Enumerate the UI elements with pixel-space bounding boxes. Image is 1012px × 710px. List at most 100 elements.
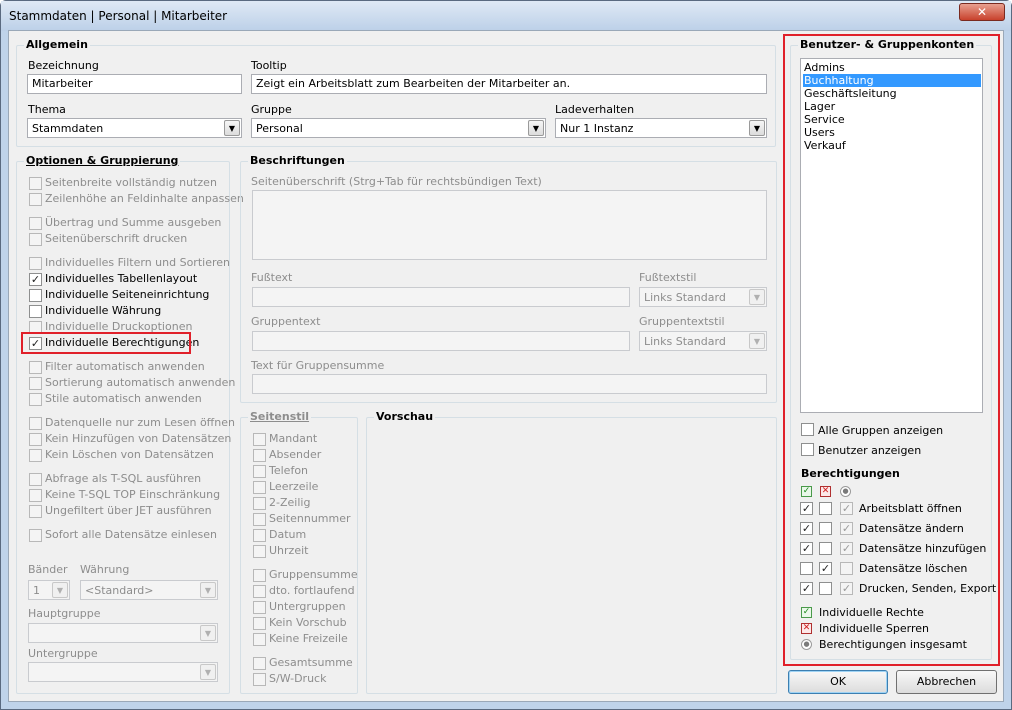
option-checkbox[interactable] <box>29 305 42 318</box>
chevron-down-icon[interactable]: ▼ <box>52 582 68 598</box>
alle-gruppen-checkbox[interactable] <box>801 423 814 436</box>
seitenstil-checkbox[interactable] <box>253 513 266 526</box>
perm-deny-checkbox[interactable] <box>819 542 832 555</box>
option-checkbox[interactable] <box>29 529 42 542</box>
chevron-down-icon[interactable]: ▼ <box>749 120 765 136</box>
option-checkbox[interactable] <box>29 505 42 518</box>
seitenstil-checkbox[interactable] <box>253 465 266 478</box>
option-checkbox[interactable] <box>29 433 42 446</box>
fusstextstil-select[interactable]: Links Standard ▼ <box>639 287 767 307</box>
benutzer-anzeigen-checkbox[interactable] <box>801 443 814 456</box>
legend-total-label: Berechtigungen insgesamt <box>819 638 967 651</box>
perm-allow-checkbox[interactable]: ✓ <box>800 542 813 555</box>
option-checkbox[interactable] <box>29 449 42 462</box>
perm-label: Drucken, Senden, Export <box>859 582 997 595</box>
chevron-down-icon[interactable]: ▼ <box>200 582 216 598</box>
thema-label: Thema <box>28 103 66 116</box>
perm-label: Datensätze ändern <box>859 522 964 535</box>
fusstextstil-label: Fußtextstil <box>639 271 697 284</box>
untergruppe-select[interactable]: ▼ <box>28 662 218 682</box>
legend-allow-icon: ✓ <box>801 607 812 618</box>
waehrung-select[interactable]: <Standard> ▼ <box>80 580 218 600</box>
fusstext-field[interactable] <box>252 287 630 307</box>
chevron-down-icon[interactable]: ▼ <box>749 333 765 349</box>
seitenstil-label: Absender <box>269 448 322 461</box>
seitenstil-checkbox[interactable] <box>253 449 266 462</box>
perm-deny-checkbox[interactable] <box>819 502 832 515</box>
konten-listbox[interactable]: Admins Buchhaltung Geschäftsleitung Lager Se… <box>800 58 983 413</box>
baender-select[interactable]: 1 ▼ <box>28 580 70 600</box>
option-checkbox[interactable] <box>29 233 42 246</box>
bezeichnung-field[interactable]: Mitarbeiter <box>27 74 242 94</box>
alle-gruppen-label: Alle Gruppen anzeigen <box>818 424 944 437</box>
option-checkbox[interactable] <box>29 473 42 486</box>
perm-total-checkbox <box>840 562 853 575</box>
seitenstil-label: Gesamtsumme <box>269 656 353 669</box>
seitenstil-checkbox[interactable] <box>253 673 266 686</box>
hauptgruppe-select[interactable]: ▼ <box>28 623 218 643</box>
gruppensumme-text-field[interactable] <box>252 374 767 394</box>
option-checkbox[interactable] <box>29 177 42 190</box>
perm-allow-checkbox[interactable] <box>800 562 813 575</box>
seitenstil-checkbox[interactable] <box>253 657 266 670</box>
seitenueberschrift-field[interactable] <box>252 190 767 260</box>
seitenstil-checkbox[interactable] <box>253 529 266 542</box>
seitenstil-label: Mandant <box>269 432 318 445</box>
perm-allow-checkbox[interactable]: ✓ <box>800 522 813 535</box>
tooltip-field[interactable]: Zeigt ein Arbeitsblatt zum Bearbeiten de… <box>251 74 767 94</box>
option-checkbox[interactable] <box>29 393 42 406</box>
perm-deny-checkbox[interactable]: ✓ <box>819 562 832 575</box>
seitenstil-checkbox[interactable] <box>253 601 266 614</box>
option-checkbox[interactable]: ✓ <box>29 273 42 286</box>
option-checkbox[interactable] <box>29 257 42 270</box>
chevron-down-icon[interactable]: ▼ <box>224 120 240 136</box>
gruppentext-field[interactable] <box>252 331 630 351</box>
option-checkbox[interactable] <box>29 193 42 206</box>
perm-total-checkbox: ✓ <box>840 542 853 555</box>
group-vorschau: Vorschau <box>366 410 777 694</box>
seitenstil-checkbox[interactable] <box>253 617 266 630</box>
perm-deny-checkbox[interactable] <box>819 582 832 595</box>
seitenstil-checkbox[interactable] <box>253 545 266 558</box>
seitenstil-checkbox[interactable] <box>253 433 266 446</box>
chevron-down-icon[interactable]: ▼ <box>528 120 544 136</box>
konten-list-item[interactable]: Admins <box>803 61 981 74</box>
group-title-optionen: Optionen & Gruppierung <box>24 154 181 167</box>
chevron-down-icon[interactable]: ▼ <box>200 625 216 641</box>
konten-list-item[interactable]: Users <box>803 126 981 139</box>
perm-allow-checkbox[interactable]: ✓ <box>800 502 813 515</box>
option-checkbox[interactable] <box>29 217 42 230</box>
chevron-down-icon[interactable]: ▼ <box>200 664 216 680</box>
seitenstil-label: Gruppensumme <box>269 568 358 581</box>
konten-list-item[interactable]: Verkauf <box>803 139 981 152</box>
seitenstil-checkbox[interactable] <box>253 585 266 598</box>
perm-allow-checkbox[interactable]: ✓ <box>800 582 813 595</box>
option-checkbox[interactable] <box>29 489 42 502</box>
seitenstil-checkbox[interactable] <box>253 481 266 494</box>
perm-deny-checkbox[interactable] <box>819 522 832 535</box>
option-checkbox[interactable] <box>29 417 42 430</box>
gruppentext-label: Gruppentext <box>251 315 321 328</box>
title-bar[interactable]: Stammdaten | Personal | Mitarbeiter ✕ <box>1 1 1011 31</box>
konten-list-item[interactable]: Lager <box>803 100 981 113</box>
close-button[interactable]: ✕ <box>959 3 1005 21</box>
cancel-button[interactable]: Abbrechen <box>896 670 997 694</box>
option-checkbox[interactable] <box>29 289 42 302</box>
seitenstil-label: dto. fortlaufend <box>269 584 355 597</box>
option-checkbox[interactable] <box>29 377 42 390</box>
gruppe-select[interactable]: Personal ▼ <box>251 118 546 138</box>
konten-list-item[interactable]: Service <box>803 113 981 126</box>
thema-select[interactable]: Stammdaten ▼ <box>27 118 242 138</box>
seitenstil-checkbox[interactable] <box>253 633 266 646</box>
seitenstil-checkbox[interactable] <box>253 497 266 510</box>
chevron-down-icon[interactable]: ▼ <box>749 289 765 305</box>
seitenstil-checkbox[interactable] <box>253 569 266 582</box>
ok-button[interactable]: OK <box>788 670 888 694</box>
gruppe-value: Personal <box>256 122 303 135</box>
gruppentextstil-select[interactable]: Links Standard ▼ <box>639 331 767 351</box>
konten-list-item[interactable]: Geschäftsleitung <box>803 87 981 100</box>
gruppentextstil-label: Gruppentextstil <box>639 315 725 328</box>
option-checkbox[interactable] <box>29 361 42 374</box>
konten-list-item[interactable]: Buchhaltung <box>803 74 981 87</box>
ladeverhalten-select[interactable]: Nur 1 Instanz ▼ <box>555 118 767 138</box>
